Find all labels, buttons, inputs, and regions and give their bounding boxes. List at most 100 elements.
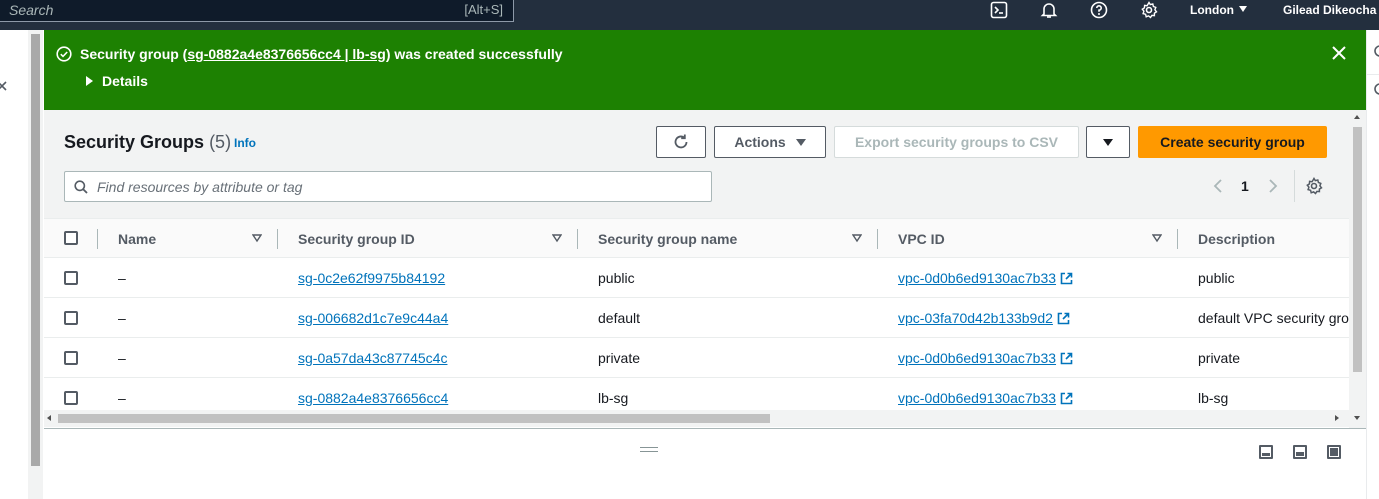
flash-prefix: Security group (	[80, 46, 188, 62]
cell-group-name: default	[598, 310, 641, 326]
page-scrollbar-thumb[interactable]	[31, 34, 40, 466]
split-side-icon[interactable]	[1293, 445, 1307, 459]
cell-vpc: vpc-03fa70d42b133b9d2	[898, 310, 1070, 326]
cell-description: default VPC security gro	[1198, 310, 1349, 326]
item-count: (5)	[209, 132, 232, 152]
table-row[interactable]: – sg-0a57da43c87745c4c private vpc-0d0b6…	[44, 338, 1349, 378]
created-group-link[interactable]: sg-0882a4e8376656cc4 | lb-sg	[187, 46, 386, 62]
select-all-checkbox[interactable]	[64, 231, 78, 245]
close-icon[interactable]	[0, 80, 10, 94]
previous-page-icon[interactable]	[1212, 178, 1224, 194]
refresh-button[interactable]	[656, 126, 706, 158]
notifications-bell-icon[interactable]	[1038, 0, 1060, 20]
scrollbar-thumb[interactable]	[58, 414, 770, 423]
divider	[1366, 74, 1379, 75]
cell-vpc-link[interactable]: vpc-03fa70d42b133b9d2	[898, 310, 1053, 326]
column-divider	[577, 229, 578, 249]
search-shortcut: [Alt+S]	[464, 2, 503, 17]
top-navigation: Search [Alt+S] London Gilead Dikeocha	[0, 0, 1379, 30]
actions-dropdown[interactable]: Actions	[714, 126, 826, 158]
sort-caret-icon[interactable]	[252, 233, 262, 243]
export-csv-button[interactable]: Export security groups to CSV	[834, 126, 1079, 158]
cell-vpc: vpc-0d0b6ed9130ac7b33	[898, 390, 1073, 406]
chevron-down-icon	[795, 138, 806, 146]
column-header-name[interactable]: Name	[118, 231, 156, 247]
dismiss-close-icon[interactable]	[1332, 46, 1346, 60]
cell-name: –	[118, 390, 126, 406]
column-header-group-id[interactable]: Security group ID	[298, 231, 415, 247]
row-checkbox[interactable]	[64, 271, 78, 285]
cell-name: –	[118, 310, 126, 326]
scroll-right-icon[interactable]	[1335, 415, 1339, 421]
table-row[interactable]: – sg-006682d1c7e9c44a4 default vpc-03fa7…	[44, 298, 1349, 338]
scroll-left-icon[interactable]	[47, 415, 51, 421]
success-flashbar: Security group (sg-0882a4e8376656cc4 | l…	[44, 30, 1366, 110]
split-panel	[44, 428, 1366, 499]
details-label: Details	[102, 73, 148, 89]
current-page-number[interactable]: 1	[1241, 178, 1249, 194]
cell-vpc: vpc-0d0b6ed9130ac7b33	[898, 350, 1073, 366]
scrollbar-thumb[interactable]	[1353, 127, 1362, 372]
filter-input[interactable]: Find resources by attribute or tag	[64, 171, 712, 202]
sort-caret-icon[interactable]	[852, 233, 862, 243]
table-header-row: Name Security group ID Security group na…	[44, 218, 1349, 258]
external-link-icon	[1057, 312, 1070, 325]
split-full-icon[interactable]	[1327, 445, 1341, 459]
search-input[interactable]: Search [Alt+S]	[0, 0, 514, 22]
details-expander[interactable]: Details	[86, 73, 148, 89]
row-checkbox[interactable]	[64, 311, 78, 325]
help-panel-icon[interactable]	[1371, 82, 1379, 96]
table-header-area: Security Groups (5) Info Actions Export …	[44, 110, 1349, 218]
cell-name: –	[118, 350, 126, 366]
filter-placeholder: Find resources by attribute or tag	[97, 179, 303, 195]
settings-gear-icon[interactable]	[1138, 0, 1160, 20]
cell-group-id-link[interactable]: sg-0a57da43c87745c4c	[298, 350, 447, 366]
flash-suffix: ) was created successfully	[385, 46, 563, 62]
help-icon[interactable]	[1088, 0, 1110, 20]
success-check-icon	[56, 46, 72, 62]
info-link[interactable]: Info	[234, 136, 256, 150]
tools-panel-collapsed	[1366, 30, 1379, 499]
export-dropdown-button[interactable]	[1086, 126, 1130, 158]
cell-vpc-link[interactable]: vpc-0d0b6ed9130ac7b33	[898, 350, 1056, 366]
scroll-down-icon[interactable]	[1354, 416, 1360, 420]
content-vertical-scrollbar[interactable]	[1349, 110, 1366, 428]
account-menu[interactable]: Gilead Dikeocha	[1283, 3, 1379, 17]
sort-caret-icon[interactable]	[1152, 233, 1162, 243]
cell-group-id-link[interactable]: sg-0c2e62f9975b84192	[298, 270, 445, 286]
column-header-vpc-id[interactable]: VPC ID	[898, 231, 945, 247]
row-checkbox[interactable]	[64, 351, 78, 365]
info-panel-icon[interactable]	[1371, 44, 1379, 58]
next-page-icon[interactable]	[1267, 178, 1279, 194]
external-link-icon	[1060, 352, 1073, 365]
region-selector[interactable]: London	[1190, 3, 1247, 17]
export-label: Export security groups to CSV	[854, 134, 1059, 150]
cell-vpc-link[interactable]: vpc-0d0b6ed9130ac7b33	[898, 270, 1056, 286]
table-row[interactable]: – sg-0c2e62f9975b84192 public vpc-0d0b6e…	[44, 258, 1349, 298]
column-header-description[interactable]: Description	[1198, 231, 1275, 247]
column-divider	[97, 229, 98, 249]
cell-group-name: lb-sg	[598, 390, 629, 406]
cell-vpc-link[interactable]: vpc-0d0b6ed9130ac7b33	[898, 390, 1056, 406]
split-panel-resize-handle[interactable]	[640, 447, 658, 452]
table-horizontal-scrollbar[interactable]	[44, 410, 1349, 427]
cloudshell-icon[interactable]	[988, 0, 1010, 20]
row-checkbox[interactable]	[64, 391, 78, 405]
search-icon	[74, 180, 88, 194]
sort-caret-icon[interactable]	[552, 233, 562, 243]
preferences-gear-icon[interactable]	[1305, 177, 1323, 195]
cell-vpc: vpc-0d0b6ed9130ac7b33	[898, 270, 1073, 286]
column-header-group-name[interactable]: Security group name	[598, 231, 737, 247]
split-bottom-icon[interactable]	[1259, 445, 1273, 459]
cell-group-id-link[interactable]: sg-0882a4e8376656cc4	[298, 390, 448, 406]
cell-name: –	[118, 270, 126, 286]
cell-group-id-link[interactable]: sg-006682d1c7e9c44a4	[298, 310, 448, 326]
security-groups-table-container: Security Groups (5) Info Actions Export …	[44, 110, 1349, 428]
create-security-group-button[interactable]: Create security group	[1138, 126, 1327, 158]
scroll-up-icon[interactable]	[1354, 115, 1360, 119]
column-divider	[277, 229, 278, 249]
region-label: London	[1190, 3, 1234, 17]
divider	[1294, 170, 1295, 202]
cell-description: private	[1198, 350, 1241, 366]
external-link-icon	[1060, 392, 1073, 405]
